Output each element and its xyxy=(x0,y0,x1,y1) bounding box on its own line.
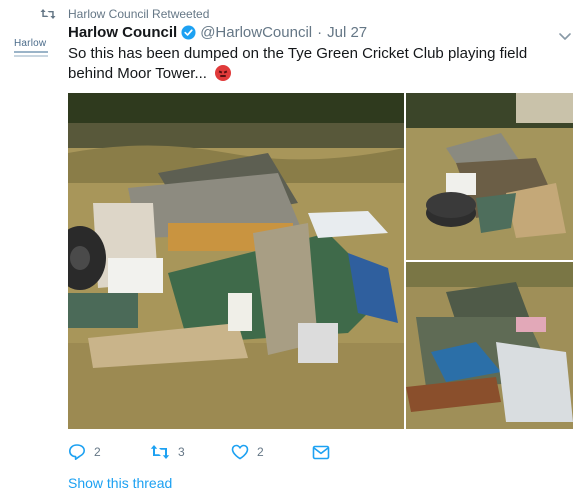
retweet-icon xyxy=(40,9,56,19)
reply-button[interactable]: 2 xyxy=(68,443,101,461)
tweet-text-body: So this has been dumped on the Tye Green… xyxy=(68,45,528,82)
avatar[interactable]: Harlow xyxy=(14,39,56,61)
verified-badge-icon xyxy=(181,25,196,40)
tweet-text: So this has been dumped on the Tye Green… xyxy=(68,44,558,84)
retweet-context-text: Harlow Council Retweeted xyxy=(68,7,210,21)
photo-main[interactable] xyxy=(68,93,404,429)
separator-dot: · xyxy=(317,24,323,41)
avatar-stripe xyxy=(14,55,48,57)
photo-bottom-right[interactable] xyxy=(406,262,573,429)
tweet-header: Harlow Council @HarlowCouncil · Jul 27 xyxy=(68,24,367,41)
photo-top-right[interactable] xyxy=(406,93,573,260)
tweet-date[interactable]: Jul 27 xyxy=(327,24,367,41)
envelope-icon xyxy=(312,445,330,459)
heart-icon xyxy=(231,444,249,460)
author-name[interactable]: Harlow Council xyxy=(68,24,177,41)
like-button[interactable]: 2 xyxy=(231,444,264,460)
show-thread-link[interactable]: Show this thread xyxy=(68,475,172,491)
reply-count: 2 xyxy=(94,445,101,459)
author-handle[interactable]: @HarlowCouncil xyxy=(200,24,312,41)
retweet-count: 3 xyxy=(178,445,185,459)
direct-message-button[interactable] xyxy=(312,445,338,460)
media-grid xyxy=(68,93,573,429)
avatar-stripe xyxy=(14,51,48,53)
chevron-down-icon[interactable] xyxy=(557,28,573,44)
reply-icon xyxy=(69,444,85,460)
like-count: 2 xyxy=(257,445,264,459)
angry-face-emoji-icon xyxy=(215,65,232,81)
retweet-context: Harlow Council Retweeted xyxy=(40,6,209,22)
retweet-button[interactable]: 3 xyxy=(150,444,185,460)
avatar-label: Harlow xyxy=(14,38,47,49)
retweet-icon xyxy=(150,445,170,459)
